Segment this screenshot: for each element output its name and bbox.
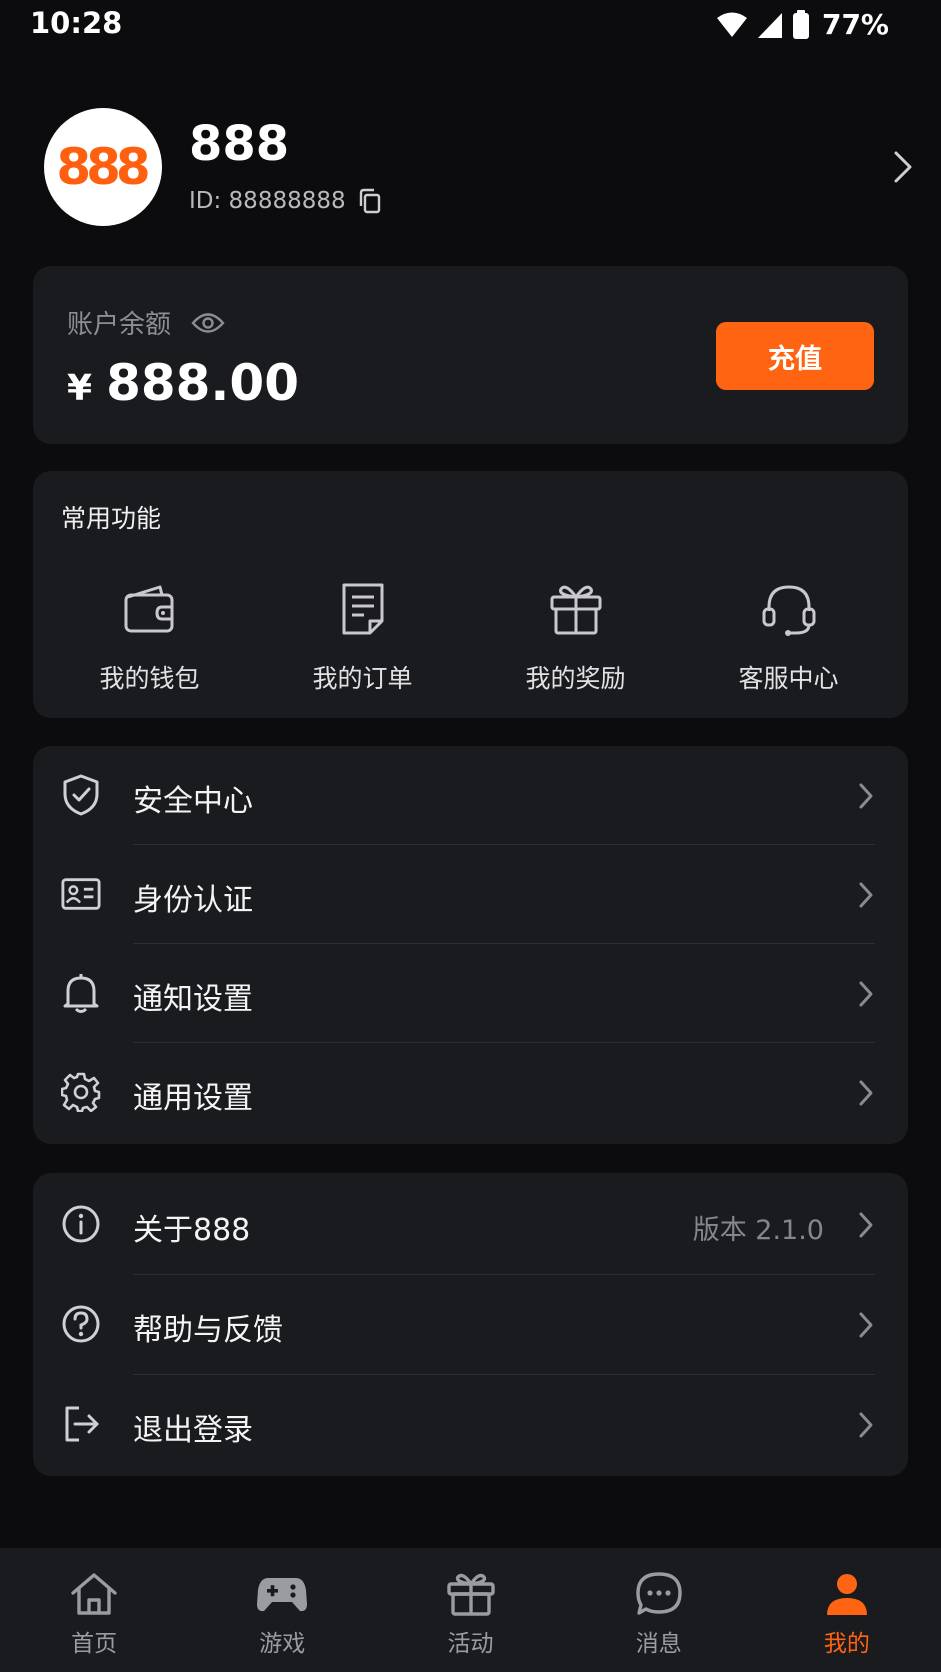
function-orders[interactable]: 我的订单 xyxy=(256,579,469,699)
function-label: 我的奖励 xyxy=(525,664,626,693)
wifi-icon xyxy=(716,12,747,37)
functions-title: 常用功能 xyxy=(61,504,162,533)
avatar-logo-text: 888 xyxy=(56,138,150,196)
tab-label: 首页 xyxy=(71,1631,118,1657)
balance-label-row: 账户余额 xyxy=(67,304,225,341)
tab-label: 活动 xyxy=(447,1631,494,1657)
menu-label: 安全中心 xyxy=(133,784,253,819)
order-icon xyxy=(342,583,383,635)
menu-row-security-center[interactable]: 安全中心 xyxy=(33,746,908,844)
menu-row-general-settings[interactable]: 通用设置 xyxy=(33,1043,908,1141)
version-text: 版本 2.1.0 xyxy=(692,1215,824,1246)
battery-icon xyxy=(792,9,809,39)
menu-row-help-feedback[interactable]: 帮助与反馈 xyxy=(33,1275,908,1373)
tab-label: 消息 xyxy=(635,1631,682,1657)
menu-label: 身份认证 xyxy=(133,883,253,918)
function-label: 我的订单 xyxy=(312,664,413,693)
home-icon xyxy=(71,1573,117,1615)
chevron-right-icon xyxy=(859,1080,873,1106)
bell-icon xyxy=(63,974,99,1013)
avatar[interactable]: 888 xyxy=(44,108,162,226)
settings-menu: 安全中心 身份认证 通知设置 通用设置 xyxy=(33,746,908,1144)
function-label: 客服中心 xyxy=(738,664,839,693)
signal-icon xyxy=(757,12,782,38)
chevron-right-icon xyxy=(859,882,873,908)
menu-row-identity-verification[interactable]: 身份认证 xyxy=(33,845,908,943)
balance-amount-row: ¥ 888.00 xyxy=(67,354,299,412)
tab-home[interactable]: 首页 xyxy=(0,1548,188,1672)
tab-label: 我的 xyxy=(823,1631,870,1657)
function-rewards[interactable]: 我的奖励 xyxy=(469,579,682,699)
user-icon xyxy=(826,1574,867,1615)
tab-messages[interactable]: 消息 xyxy=(565,1548,753,1672)
help-icon xyxy=(62,1305,100,1343)
shield-icon xyxy=(63,774,99,816)
chevron-right-icon xyxy=(859,981,873,1007)
balance-label: 账户余额 xyxy=(67,310,172,340)
wallet-icon xyxy=(124,585,173,633)
profile-id-row: ID: 88888888 xyxy=(189,188,382,214)
balance-card: 账户余额 ¥ 888.00 充值 xyxy=(33,266,908,444)
menu-row-notification-settings[interactable]: 通知设置 xyxy=(33,944,908,1042)
tab-games[interactable]: 游戏 xyxy=(188,1548,376,1672)
status-icons: 77% xyxy=(716,8,889,41)
bottom-tab-bar: 首页 游戏 活动 消息 我的 xyxy=(0,1548,941,1672)
balance-amount: 888.00 xyxy=(106,354,300,412)
menu-label: 通用设置 xyxy=(133,1081,253,1116)
menu-label: 退出登录 xyxy=(133,1413,253,1448)
function-label: 我的钱包 xyxy=(99,664,200,693)
battery-percent: 77% xyxy=(821,8,889,41)
about-menu: 关于888 版本 2.1.0 帮助与反馈 退出登录 xyxy=(33,1173,908,1476)
profile-header[interactable]: 888 888 ID: 88888888 xyxy=(44,108,914,228)
chevron-right-icon xyxy=(859,783,873,809)
recharge-button[interactable]: 充值 xyxy=(716,322,874,390)
menu-row-about[interactable]: 关于888 版本 2.1.0 xyxy=(33,1175,908,1273)
info-icon xyxy=(62,1205,100,1243)
functions-grid: 我的钱包 我的订单 我的奖励 客服中心 xyxy=(33,579,908,699)
chevron-right-icon[interactable] xyxy=(892,150,914,184)
tab-events[interactable]: 活动 xyxy=(376,1548,564,1672)
tab-label: 游戏 xyxy=(259,1631,306,1657)
logout-icon xyxy=(65,1406,99,1442)
status-time: 10:28 xyxy=(30,6,123,40)
functions-card: 常用功能 我的钱包 我的订单 我的奖励 客服中心 xyxy=(33,471,908,718)
profile-id: ID: 88888888 xyxy=(189,188,346,214)
gift-icon xyxy=(550,585,601,635)
gift-icon xyxy=(446,1573,495,1616)
headset-icon xyxy=(762,585,815,636)
balance-currency: ¥ xyxy=(67,368,93,409)
menu-label: 通知设置 xyxy=(133,982,253,1017)
menu-label: 帮助与反馈 xyxy=(133,1313,283,1348)
gear-icon xyxy=(61,1072,101,1112)
copy-icon[interactable] xyxy=(358,188,382,214)
message-icon xyxy=(636,1572,682,1615)
function-support[interactable]: 客服中心 xyxy=(682,579,895,699)
eye-icon[interactable] xyxy=(191,312,225,334)
tab-profile[interactable]: 我的 xyxy=(753,1548,941,1672)
status-bar: 10:28 77% xyxy=(0,0,941,54)
gamepad-icon xyxy=(257,1578,308,1612)
profile-name: 888 xyxy=(189,116,290,172)
menu-label: 关于888 xyxy=(133,1213,251,1248)
profile-page: 10:28 77% 888 888 ID: 88888888 账户余额 ¥ 88… xyxy=(0,0,941,1672)
menu-row-logout[interactable]: 退出登录 xyxy=(33,1375,908,1473)
id-card-icon xyxy=(61,878,101,910)
chevron-right-icon xyxy=(859,1312,873,1338)
function-wallet[interactable]: 我的钱包 xyxy=(43,579,256,699)
chevron-right-icon xyxy=(859,1212,873,1238)
chevron-right-icon xyxy=(859,1412,873,1438)
